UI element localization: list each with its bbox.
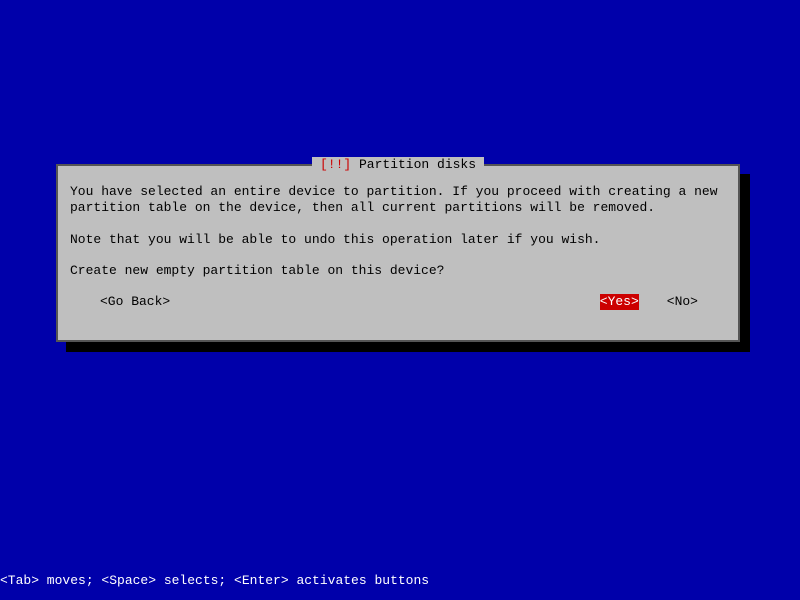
dialog-content: You have selected an entire device to pa… — [58, 166, 738, 322]
dialog-title-container: [!!] Partition disks — [58, 157, 738, 172]
dialog-para-1: You have selected an entire device to pa… — [70, 184, 726, 217]
dialog-title-prefix: [!!] — [320, 157, 351, 172]
yes-button[interactable]: <Yes> — [600, 294, 639, 310]
go-back-button[interactable]: <Go Back> — [100, 294, 170, 309]
dialog-question: Create new empty partition table on this… — [70, 263, 726, 279]
partition-dialog: [!!] Partition disks You have selected a… — [56, 164, 740, 342]
button-row: <Go Back> <Yes> <No> — [70, 294, 726, 310]
dialog-title-text: Partition disks — [359, 157, 476, 172]
no-button[interactable]: <No> — [667, 294, 698, 310]
help-bar: <Tab> moves; <Space> selects; <Enter> ac… — [0, 573, 429, 588]
dialog-para-2: Note that you will be able to undo this … — [70, 232, 726, 248]
